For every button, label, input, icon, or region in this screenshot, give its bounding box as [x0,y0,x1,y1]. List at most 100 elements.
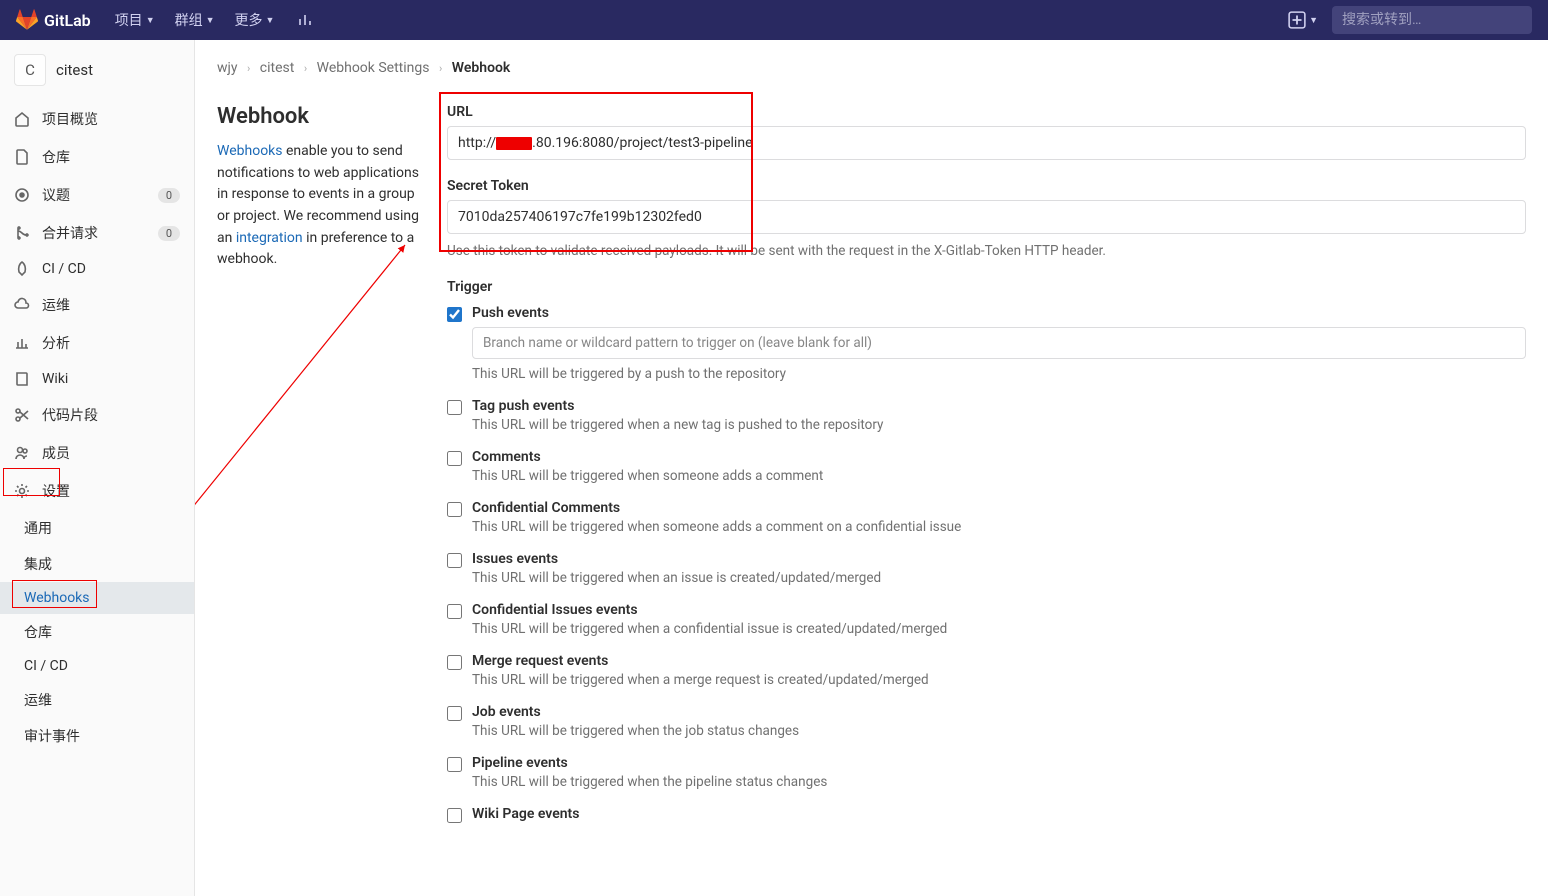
sub-item--[interactable]: 审计事件 [0,718,194,754]
webhooks-link[interactable]: Webhooks [217,143,283,159]
trigger-row: Merge request eventsThis URL will be tri… [447,653,1526,688]
sidebar-item-label: Wiki [42,371,68,387]
merge-icon [14,225,30,241]
trigger-row: Pipeline eventsThis URL will be triggere… [447,755,1526,790]
sidebar-item-merge[interactable]: 合并请求 0 [0,214,194,252]
trigger-name: Wiki Page events [472,806,1526,822]
chevron-down-icon: ▼ [146,15,155,26]
token-help: Use this token to validate received payl… [447,242,1526,261]
sub-item--[interactable]: 通用 [0,510,194,546]
chevron-down-icon: ▼ [1309,15,1318,26]
nav-groups[interactable]: 群组▼ [175,10,215,30]
project-header[interactable]: C citest [0,40,194,100]
trigger-checkbox[interactable] [447,400,462,415]
sidebar-item-doc[interactable]: 仓库 [0,138,194,176]
sidebar-item-label: 项目概览 [42,109,98,129]
trigger-checkbox[interactable] [447,808,462,823]
sidebar-item-home[interactable]: 项目概览 [0,100,194,138]
token-input[interactable] [447,200,1526,234]
trigger-row: Confidential Issues events This URL will … [447,602,1526,637]
trigger-desc: This URL will be triggered when a confid… [472,621,1526,637]
trigger-checkbox[interactable] [447,502,462,517]
plus-square-icon [1288,11,1306,29]
sidebar-item-label: 运维 [42,295,70,315]
trigger-checkbox[interactable] [447,706,462,721]
sub-item--[interactable]: 运维 [0,682,194,718]
branch-pattern-input[interactable] [472,327,1526,359]
search-input[interactable] [1332,6,1532,34]
scissors-icon [14,407,30,423]
crumb-settings[interactable]: Webhook Settings [317,60,430,76]
gitlab-logo[interactable]: GitLab [16,9,91,31]
trigger-desc: This URL will be triggered by a push to … [472,366,1526,382]
trigger-checkbox[interactable] [447,553,462,568]
trigger-row: Wiki Page events [447,806,1526,823]
sidebar-item-book[interactable]: Wiki [0,362,194,396]
trigger-name: Merge request events [472,653,1526,669]
home-icon [14,111,30,127]
top-navbar: GitLab 项目▼ 群组▼ 更多▼ ▼ [0,0,1548,40]
count-badge: 0 [158,188,180,203]
sidebar-item-scissors[interactable]: 代码片段 [0,396,194,434]
sidebar-item-label: 设置 [42,481,70,501]
url-input[interactable]: http://.80.196:8080/project/test3-pipeli… [447,126,1526,160]
integration-link[interactable]: integration [236,230,303,246]
issues-icon [14,187,30,203]
trigger-name: Job events [472,704,1526,720]
form-panel: URL http://.80.196:8080/project/test3-pi… [447,104,1526,839]
trigger-checkbox[interactable] [447,655,462,670]
crumb-current: Webhook [452,60,511,76]
sidebar-item-label: 分析 [42,333,70,353]
trigger-checkbox[interactable] [447,307,462,322]
crumb-wjy[interactable]: wjy [217,60,238,76]
rocket-icon [14,261,30,277]
trigger-checkbox[interactable] [447,451,462,466]
trigger-desc: This URL will be triggered when a new ta… [472,417,1526,433]
trigger-name: Issues events [472,551,1526,567]
trigger-row: Tag push eventsThis URL will be triggere… [447,398,1526,433]
trigger-checkbox[interactable] [447,757,462,772]
chart-icon [14,335,30,351]
doc-icon [14,149,30,165]
activity-icon[interactable] [294,8,318,32]
sidebar-item-label: 代码片段 [42,405,98,425]
trigger-desc: This URL will be triggered when someone … [472,468,1526,484]
cloud-icon [14,297,30,313]
sub-item--[interactable]: 集成 [0,546,194,582]
sidebar-item-label: 议题 [42,185,70,205]
page-description: Webhooks enable you to send notification… [217,141,427,271]
sidebar-item-label: 合并请求 [42,223,98,243]
trigger-checkbox[interactable] [447,604,462,619]
nav-more[interactable]: 更多▼ [235,10,275,30]
project-avatar: C [14,54,46,86]
trigger-row: Confidential CommentsThis URL will be tr… [447,500,1526,535]
count-badge: 0 [158,226,180,241]
sidebar-item-issues[interactable]: 议题 0 [0,176,194,214]
redacted-ip [496,137,532,150]
trigger-row: Issues events This URL will be triggered … [447,551,1526,586]
trigger-desc: This URL will be triggered when the pipe… [472,774,1526,790]
nav-projects[interactable]: 项目▼ [115,10,155,30]
trigger-row: Job events This URL will be triggered whe… [447,704,1526,739]
project-name: citest [56,61,93,79]
trigger-label: Trigger [447,279,1526,295]
trigger-name: Comments [472,449,1526,465]
breadcrumb: wjy › citest › Webhook Settings › Webhoo… [217,60,1526,76]
trigger-name: Confidential Issues events [472,602,1526,618]
sidebar-item-gear[interactable]: 设置 [0,472,194,510]
sub-item--[interactable]: 仓库 [0,614,194,650]
sidebar-item-members[interactable]: 成员 [0,434,194,472]
sub-item-webhooks[interactable]: Webhooks [0,582,194,614]
sidebar-item-cloud[interactable]: 运维 [0,286,194,324]
trigger-desc: This URL will be triggered when an issue… [472,570,1526,586]
trigger-desc: This URL will be triggered when the job … [472,723,1526,739]
crumb-citest[interactable]: citest [260,60,295,76]
new-menu[interactable]: ▼ [1288,11,1318,29]
trigger-row: Comments This URL will be triggered when … [447,449,1526,484]
trigger-name: Push events [472,305,1526,321]
sidebar-item-rocket[interactable]: CI / CD [0,252,194,286]
sub-item-ci-cd[interactable]: CI / CD [0,650,194,682]
sidebar-item-chart[interactable]: 分析 [0,324,194,362]
sidebar-item-label: CI / CD [42,261,86,277]
chevron-down-icon: ▼ [206,15,215,26]
